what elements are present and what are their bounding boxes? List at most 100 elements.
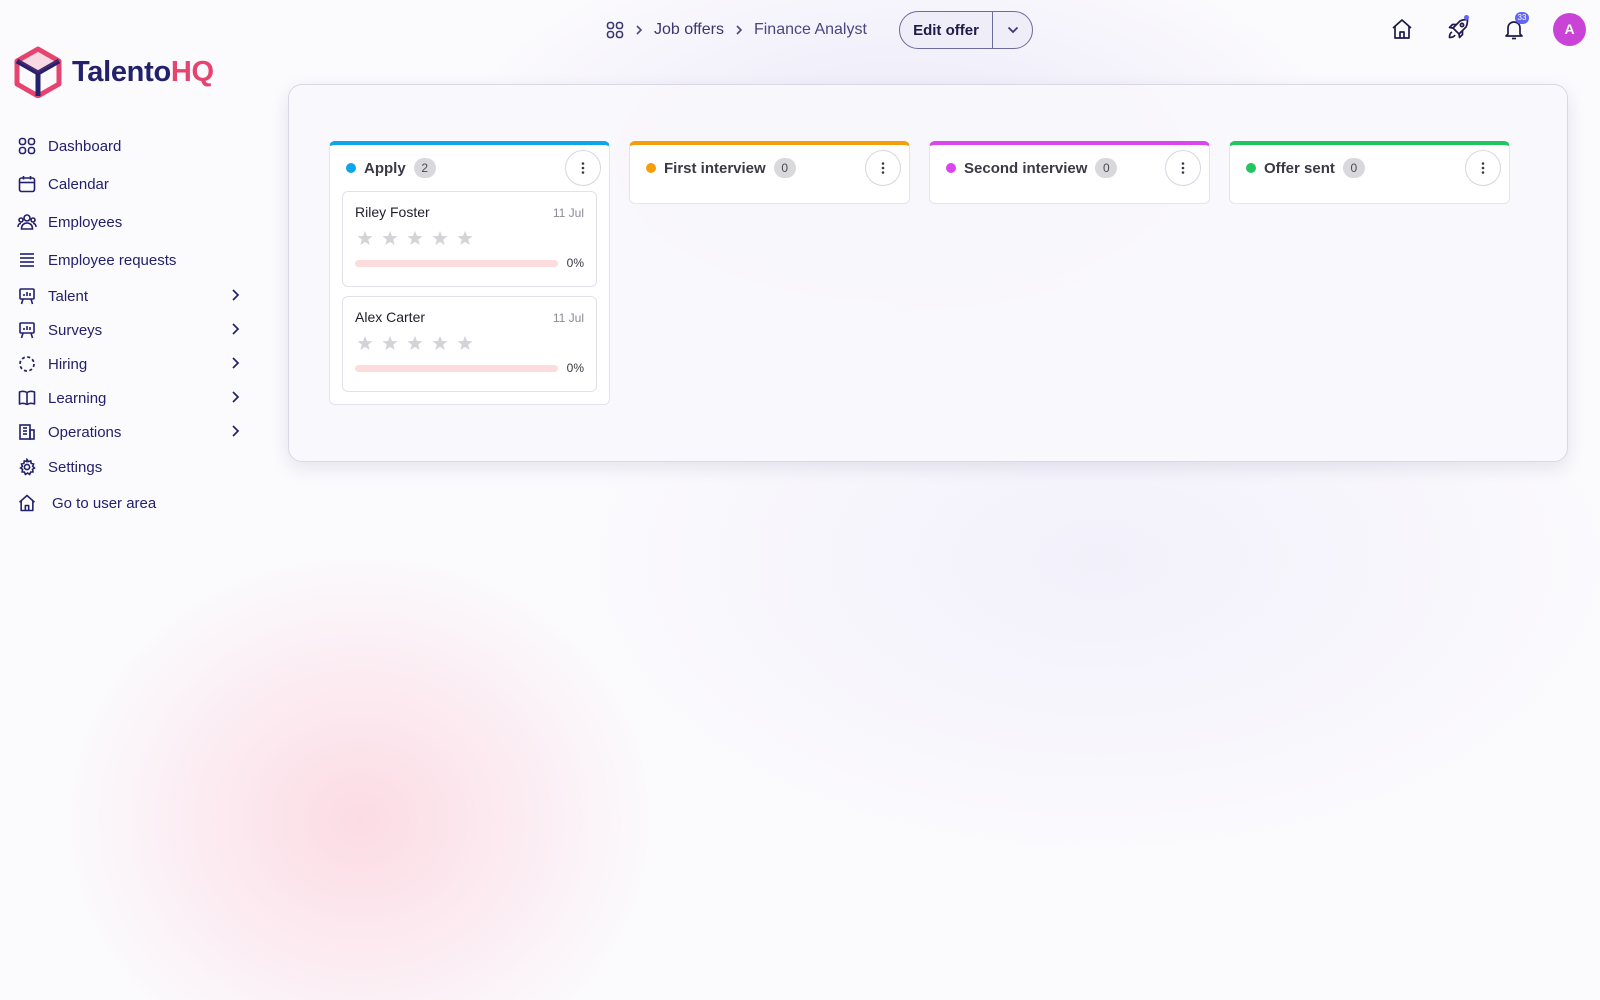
column-title: Second interview: [964, 159, 1088, 177]
dashboard-icon: [16, 135, 38, 157]
sidebar-item-label: Operations: [48, 423, 122, 441]
progress-label: 0%: [566, 256, 584, 270]
home-button[interactable]: [1385, 12, 1419, 46]
star-icon[interactable]: [407, 335, 423, 351]
column-count-badge: 0: [1095, 158, 1118, 178]
more-vertical-icon: [881, 162, 885, 174]
sidebar-item-label: Surveys: [48, 321, 103, 339]
sidebar-item-learning[interactable]: Learning: [16, 381, 246, 415]
sidebar-item-calendar[interactable]: Calendar: [16, 165, 246, 203]
book-icon: [16, 387, 38, 409]
column-menu-button[interactable]: [865, 150, 901, 186]
edit-offer-dropdown-toggle[interactable]: [992, 12, 1032, 48]
sidebar-item-label: Talent: [48, 287, 89, 305]
column-title: Apply: [364, 159, 406, 177]
chevron-down-icon: [1007, 26, 1018, 34]
more-vertical-icon: [1181, 162, 1185, 174]
sidebar-item-talent[interactable]: Talent: [16, 279, 246, 313]
star-icon[interactable]: [407, 230, 423, 246]
candidate-card[interactable]: Alex Carter 11 Jul 0%: [342, 296, 597, 392]
status-dot: [946, 163, 956, 173]
notifications-count-badge: 33: [1515, 12, 1529, 24]
gear-icon: [16, 456, 38, 478]
column-cards: [930, 191, 1209, 203]
status-dot: [1246, 163, 1256, 173]
column-menu-button[interactable]: [1465, 150, 1501, 186]
home-icon: [1392, 19, 1412, 39]
edit-offer-button[interactable]: Edit offer: [900, 12, 992, 48]
column-menu-button[interactable]: [1165, 150, 1201, 186]
notifications-button[interactable]: 33: [1497, 12, 1531, 46]
star-rating[interactable]: [357, 230, 584, 246]
apps-grid-icon[interactable]: [606, 21, 624, 39]
column-count-badge: 0: [1342, 158, 1365, 178]
logo-cube-icon: [14, 46, 62, 98]
chevron-right-icon: [232, 289, 240, 301]
star-icon[interactable]: [457, 230, 473, 246]
progress-bar: [355, 259, 558, 267]
breadcrumb: Job offers Finance Analyst: [606, 18, 867, 42]
sidebar-item-employees[interactable]: Employees: [16, 203, 246, 241]
rocket-icon: [1448, 18, 1469, 39]
column-cards: [1230, 191, 1509, 203]
column-title: First interview: [664, 159, 766, 177]
presentation-icon: [16, 285, 38, 307]
avatar[interactable]: A: [1553, 12, 1586, 46]
more-vertical-icon: [581, 162, 585, 174]
chevron-right-icon: [232, 425, 240, 437]
chevron-right-icon: [734, 24, 744, 36]
edit-offer-split-button: Edit offer: [899, 11, 1033, 49]
sidebar-item-label: Employees: [48, 213, 123, 231]
column-header: Apply 2: [330, 145, 609, 191]
logo[interactable]: TalentoHQ: [14, 46, 214, 98]
chevron-right-icon: [232, 391, 240, 403]
status-dot: [646, 163, 656, 173]
candidate-date: 11 Jul: [552, 206, 584, 220]
sidebar-item-hiring[interactable]: Hiring: [16, 347, 246, 381]
progress-label: 0%: [566, 361, 584, 375]
star-icon[interactable]: [382, 230, 398, 246]
chevron-right-icon: [232, 357, 240, 369]
sidebar-item-label: Dashboard: [48, 137, 122, 155]
star-icon[interactable]: [457, 335, 473, 351]
building-icon: [16, 421, 38, 443]
pipeline-column-first-interview: First interview 0: [629, 141, 910, 204]
presentation-icon: [16, 319, 38, 341]
column-cards: Riley Foster 11 Jul 0% Alex Carter 11 Ju…: [330, 191, 609, 404]
rocket-button[interactable]: [1441, 12, 1475, 46]
sidebar-item-label: Learning: [48, 389, 107, 407]
pipeline-column-apply: Apply 2 Riley Foster 11 Jul 0% Alex Cart…: [329, 141, 610, 405]
column-title: Offer sent: [1264, 159, 1335, 177]
status-dot: [346, 163, 356, 173]
sidebar-item-operations[interactable]: Operations: [16, 415, 246, 449]
sidebar-item-surveys[interactable]: Surveys: [16, 313, 246, 347]
star-icon[interactable]: [432, 335, 448, 351]
sidebar-item-user-area[interactable]: Go to user area: [16, 485, 246, 521]
candidate-name: Alex Carter: [355, 309, 426, 325]
star-icon[interactable]: [357, 230, 373, 246]
calendar-icon: [16, 173, 38, 195]
chevron-right-icon: [634, 24, 644, 36]
column-cards: [630, 191, 909, 203]
rocket-dot-badge: [1464, 15, 1469, 20]
sidebar-item-settings[interactable]: Settings: [16, 449, 246, 485]
sidebar-item-label: Go to user area: [52, 494, 157, 512]
users-icon: [16, 211, 38, 233]
star-icon[interactable]: [357, 335, 373, 351]
breadcrumb-job-offers[interactable]: Job offers: [654, 21, 724, 39]
sidebar-item-dashboard[interactable]: Dashboard: [16, 127, 246, 165]
star-rating[interactable]: [357, 335, 584, 351]
sidebar-item-label: Hiring: [48, 355, 88, 373]
chevron-right-icon: [232, 323, 240, 335]
breadcrumb-current: Finance Analyst: [753, 21, 867, 38]
dashed-circle-icon: [16, 353, 38, 375]
candidate-card[interactable]: Riley Foster 11 Jul 0%: [342, 191, 597, 287]
column-count-badge: 2: [413, 158, 436, 178]
pipeline-column-second-interview: Second interview 0: [929, 141, 1210, 204]
star-icon[interactable]: [382, 335, 398, 351]
sidebar-item-employee-requests[interactable]: Employee requests: [16, 241, 246, 279]
column-menu-button[interactable]: [565, 150, 601, 186]
star-icon[interactable]: [432, 230, 448, 246]
pipeline-column-offer-sent: Offer sent 0: [1229, 141, 1510, 204]
brand-name: TalentoHQ: [72, 56, 214, 89]
